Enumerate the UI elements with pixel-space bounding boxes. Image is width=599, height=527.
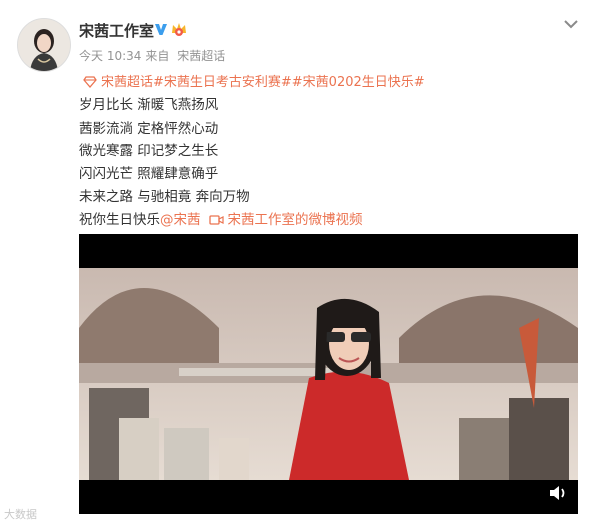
post-meta: 今天 10:34 来自 宋茜超话 xyxy=(79,47,229,64)
supertopic-diamond-icon xyxy=(83,76,97,92)
post-time[interactable]: 今天 10:34 xyxy=(79,49,141,63)
author-avatar[interactable] xyxy=(17,18,71,72)
video-frame xyxy=(79,268,578,480)
post-line-last: 祝你生日快乐@宋茜 宋茜工作室的微博视频 xyxy=(79,208,363,230)
post-line: 微光寒露 印记梦之生长 xyxy=(79,143,219,159)
topic-tags[interactable]: 宋茜超话#宋茜生日考古安利赛##宋茜0202生日快乐# xyxy=(83,71,425,92)
mention-link[interactable]: @宋茜 xyxy=(160,212,201,228)
topic-tags-text[interactable]: 宋茜超话#宋茜生日考古安利赛##宋茜0202生日快乐# xyxy=(101,75,425,90)
source-prefix: 来自 xyxy=(145,49,170,63)
chevron-down-icon[interactable] xyxy=(561,14,581,34)
weibo-post-card: 宋茜工作室 今天 10:34 来自 宋茜超话 宋茜超话#宋茜生日考古安利赛##宋茜… xyxy=(0,0,599,527)
author-name[interactable]: 宋茜工作室 xyxy=(79,20,154,41)
post-line: 闪闪光芒 照耀肆意确乎 xyxy=(79,166,219,182)
birthday-text: 祝你生日快乐 xyxy=(79,212,160,228)
post-source[interactable]: 宋茜超话 xyxy=(177,49,225,63)
video-camera-icon xyxy=(208,214,224,230)
video-link[interactable]: 宋茜工作室的微博视频 xyxy=(228,212,363,228)
post-line: 未来之路 与驰相竟 奔向万物 xyxy=(79,189,250,205)
verified-v-icon xyxy=(153,21,169,41)
watermark: 大数据 xyxy=(4,508,37,521)
video-player[interactable] xyxy=(79,234,578,514)
volume-icon[interactable] xyxy=(548,484,568,506)
post-line: 茜影流淌 定格怦然心动 xyxy=(79,121,219,137)
vip-crown-icon[interactable] xyxy=(170,21,188,41)
post-line: 岁月比长 渐暖飞燕扬风 xyxy=(79,97,219,113)
